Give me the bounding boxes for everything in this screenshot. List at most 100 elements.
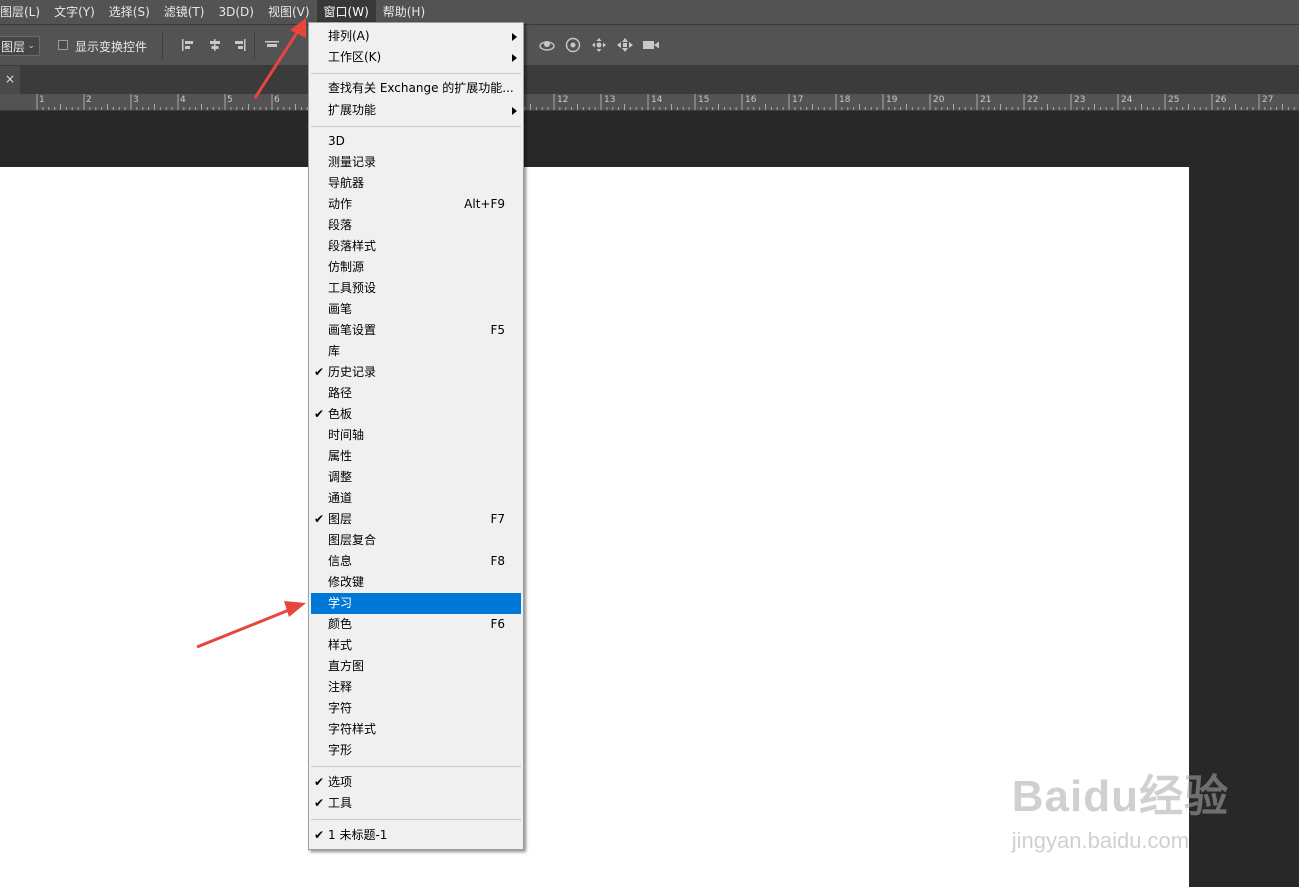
menu-item-navigator[interactable]: 导航器: [311, 173, 521, 194]
menu-bar: 图层(L) 文字(Y) 选择(S) 滤镜(T) 3D(D) 视图(V) 窗口(W…: [0, 0, 1299, 25]
ruler-label: 27: [1262, 95, 1274, 105]
ruler-label: 3: [133, 95, 139, 105]
ruler-label: 16: [745, 95, 757, 105]
checkmark-icon: ✔: [314, 828, 325, 842]
ruler-label: 19: [886, 95, 898, 105]
show-transform-controls-checkbox[interactable]: [58, 40, 68, 50]
menu-item-swatches[interactable]: ✔ 色板: [311, 404, 521, 425]
menu-3d[interactable]: 3D(D): [211, 0, 260, 24]
shortcut-label: F5: [490, 323, 505, 337]
roll-3d-icon[interactable]: [562, 35, 584, 55]
ruler-label: 13: [604, 95, 616, 105]
ruler-label: 14: [651, 95, 663, 105]
menu-item-layers[interactable]: ✔ 图层 F7: [311, 509, 521, 530]
menu-item-layer-comps[interactable]: 图层复合: [311, 530, 521, 551]
ruler-label: 24: [1121, 95, 1133, 105]
submenu-arrow-icon: [512, 54, 517, 62]
menu-item-tools[interactable]: ✔ 工具: [311, 793, 521, 814]
menu-divider: [311, 819, 521, 820]
ruler-label: 25: [1168, 95, 1180, 105]
menu-item-paragraph[interactable]: 段落: [311, 215, 521, 236]
slide-3d-icon[interactable]: [614, 35, 636, 55]
checkmark-icon: ✔: [314, 365, 325, 379]
menu-item-workspace[interactable]: 工作区(K): [311, 47, 521, 68]
submenu-arrow-icon: [512, 107, 517, 115]
ruler-label: 2: [86, 95, 92, 105]
shortcut-label: F8: [490, 554, 505, 568]
align-right-icon[interactable]: [228, 35, 250, 55]
ruler-label: 4: [180, 95, 186, 105]
menu-item-paths[interactable]: 路径: [311, 383, 521, 404]
menu-layer[interactable]: 图层(L): [0, 0, 47, 24]
menu-item-find-exchange-extensions[interactable]: 查找有关 Exchange 的扩展功能...: [311, 78, 521, 99]
menu-item-character[interactable]: 字符: [311, 698, 521, 719]
align-horizontal-center-icon[interactable]: [204, 35, 226, 55]
menu-window[interactable]: 窗口(W): [316, 0, 376, 24]
menu-item-arrange[interactable]: 排列(A): [311, 26, 521, 47]
menu-select[interactable]: 选择(S): [102, 0, 157, 24]
show-transform-controls-label: 显示变换控件: [75, 40, 148, 54]
ruler-label: 22: [1027, 95, 1039, 105]
camera-3d-icon[interactable]: [640, 35, 662, 55]
ruler-label: 15: [698, 95, 710, 105]
ruler-label: 21: [980, 95, 992, 105]
menu-item-color[interactable]: 颜色 F6: [311, 614, 521, 635]
document-tab-strip: ×: [0, 66, 1299, 94]
shortcut-label: F6: [490, 617, 505, 631]
menu-item-3d[interactable]: 3D: [311, 131, 521, 152]
ruler-label: 23: [1074, 95, 1086, 105]
menu-item-modifier-keys[interactable]: 修改键: [311, 572, 521, 593]
menu-item-character-styles[interactable]: 字符样式: [311, 719, 521, 740]
menu-view[interactable]: 视图(V): [261, 0, 317, 24]
align-top-icon[interactable]: [262, 35, 284, 55]
submenu-arrow-icon: [512, 33, 517, 41]
menu-filter[interactable]: 滤镜(T): [157, 0, 212, 24]
pan-3d-icon[interactable]: [588, 35, 610, 55]
menu-item-learn[interactable]: 学习: [311, 593, 521, 614]
menu-item-adjustments[interactable]: 调整: [311, 467, 521, 488]
menu-item-notes[interactable]: 注释: [311, 677, 521, 698]
watermark-brand: Baidu经验: [1011, 772, 1229, 821]
ruler-label: 1: [39, 95, 45, 105]
menu-item-styles[interactable]: 样式: [311, 635, 521, 656]
menu-divider: [311, 766, 521, 767]
menu-item-libraries[interactable]: 库: [311, 341, 521, 362]
menu-item-paragraph-styles[interactable]: 段落样式: [311, 236, 521, 257]
ruler-label: 20: [933, 95, 945, 105]
menu-item-timeline[interactable]: 时间轴: [311, 425, 521, 446]
menu-divider: [311, 73, 521, 74]
menu-item-clone-source[interactable]: 仿制源: [311, 257, 521, 278]
menu-item-brush-settings[interactable]: 画笔设置 F5: [311, 320, 521, 341]
menu-item-open-document[interactable]: ✔ 1 未标题-1: [311, 825, 521, 846]
menu-item-brushes[interactable]: 画笔: [311, 299, 521, 320]
menu-item-extensions[interactable]: 扩展功能: [311, 100, 521, 121]
options-separator: [254, 33, 255, 59]
menu-item-channels[interactable]: 通道: [311, 488, 521, 509]
options-bar: 图层 ⌄ 显示变换控件: [0, 25, 1299, 66]
close-tab-icon[interactable]: ×: [0, 66, 20, 94]
horizontal-ruler[interactable]: 1 2 3 4 5 6 12 13 14 15 16 17 18 19 20 2…: [0, 94, 1299, 111]
menu-item-measurement-log[interactable]: 测量记录: [311, 152, 521, 173]
checkmark-icon: ✔: [314, 407, 325, 421]
options-separator: [162, 33, 163, 59]
menu-item-properties[interactable]: 属性: [311, 446, 521, 467]
watermark-url: jingyan.baidu.com: [1011, 828, 1190, 853]
align-left-icon[interactable]: [178, 35, 200, 55]
menu-item-histogram[interactable]: 直方图: [311, 656, 521, 677]
ruler-label: 17: [792, 95, 804, 105]
document-canvas[interactable]: [0, 167, 1189, 887]
chevron-down-icon: ⌄: [27, 41, 35, 51]
menu-item-glyphs[interactable]: 字形: [311, 740, 521, 761]
menu-item-options[interactable]: ✔ 选项: [311, 772, 521, 793]
watermark: Baidu经验 jingyan.baidu.com: [1012, 772, 1229, 854]
orbit-3d-icon[interactable]: [536, 35, 558, 55]
ruler-label: 12: [557, 95, 569, 105]
menu-item-tool-presets[interactable]: 工具预设: [311, 278, 521, 299]
menu-item-actions[interactable]: 动作 Alt+F9: [311, 194, 521, 215]
menu-type[interactable]: 文字(Y): [47, 0, 102, 24]
menu-item-history[interactable]: ✔ 历史记录: [311, 362, 521, 383]
ruler-ticks: [36, 94, 1295, 110]
menu-help[interactable]: 帮助(H): [376, 0, 432, 24]
auto-select-dropdown[interactable]: 图层 ⌄: [0, 36, 40, 56]
menu-item-info[interactable]: 信息 F8: [311, 551, 521, 572]
